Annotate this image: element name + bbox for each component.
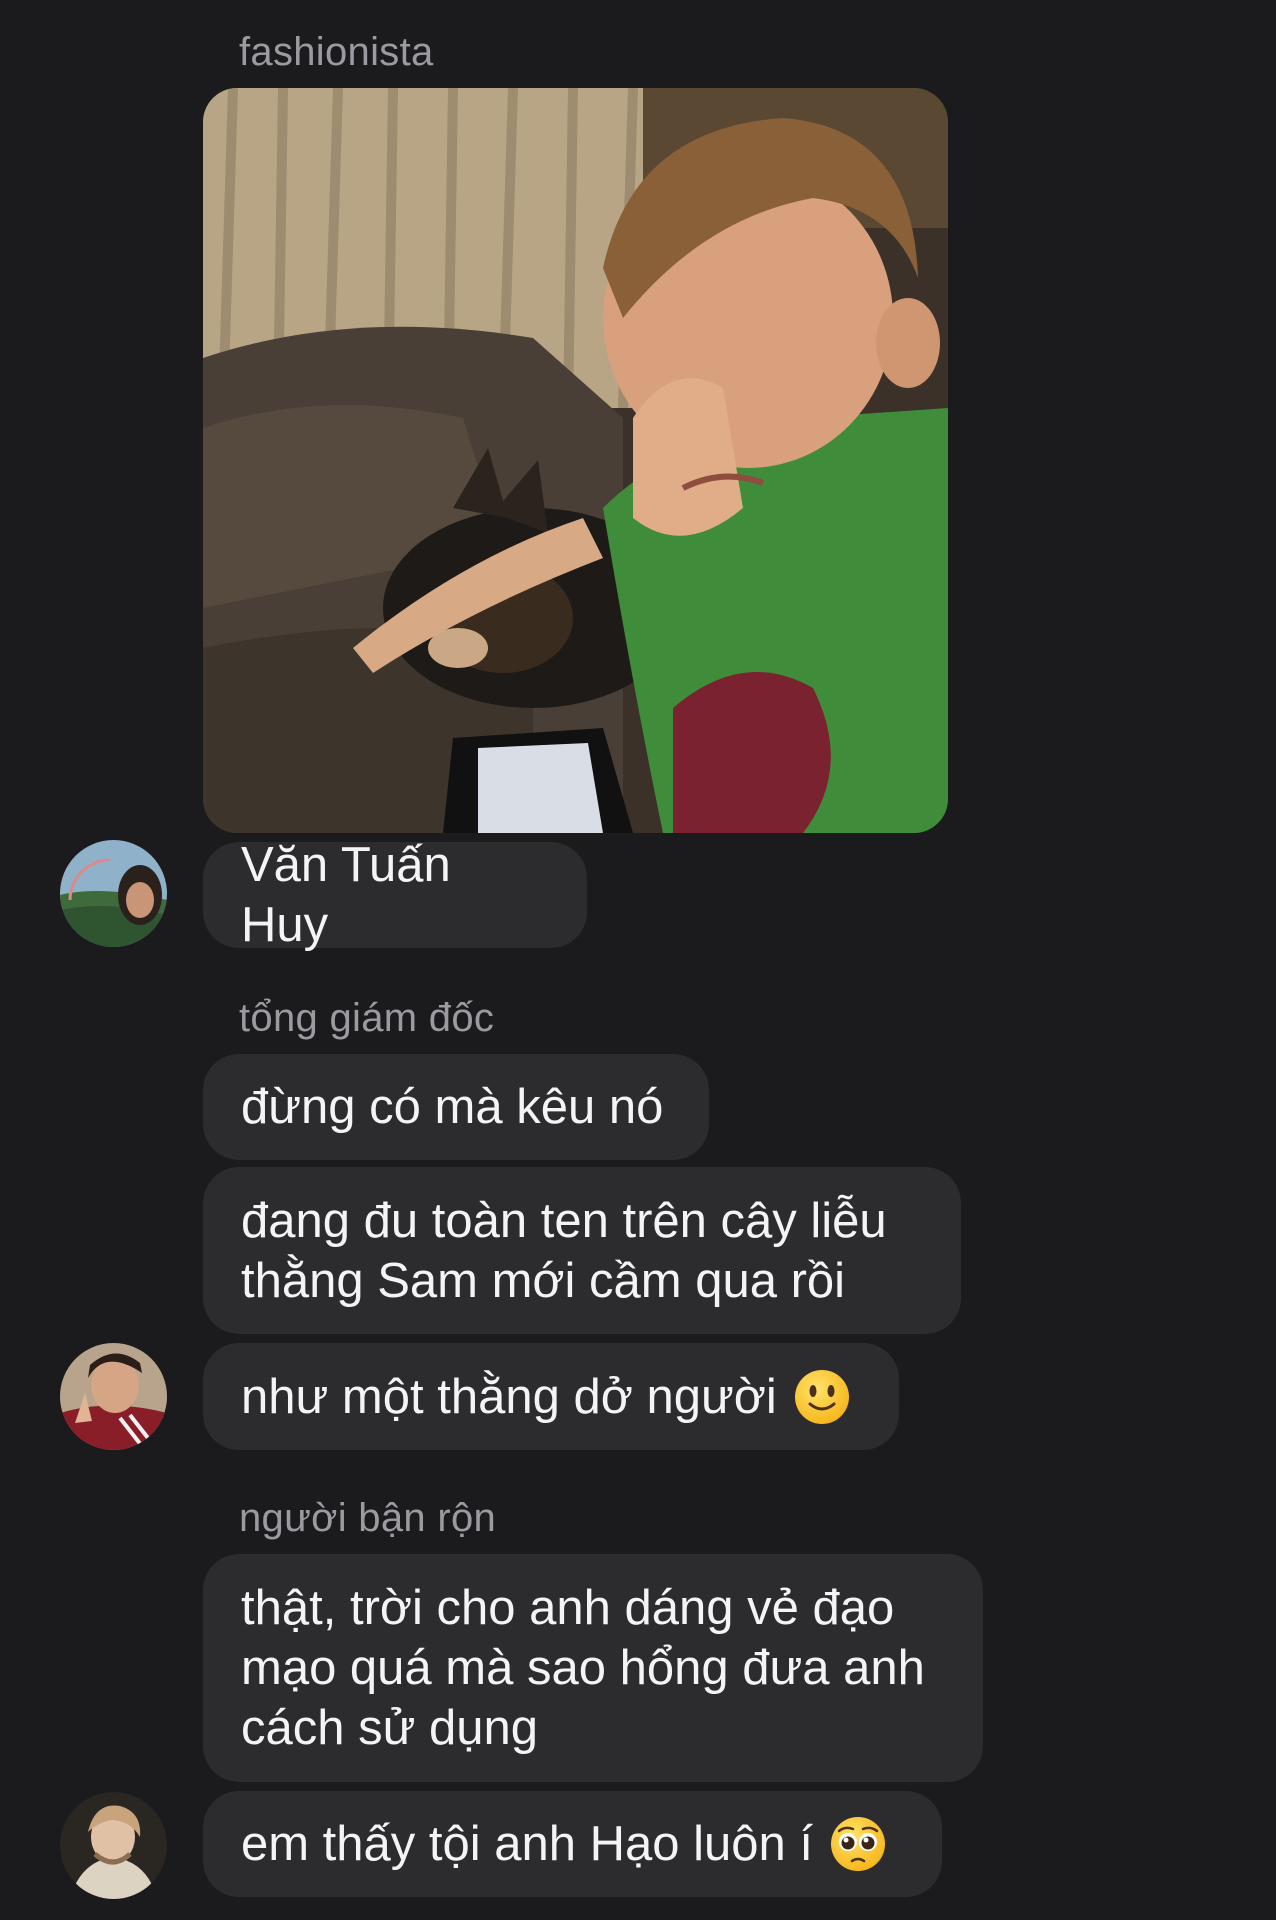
message-text: đang đu toàn ten trên cây liễu thằng Sam… bbox=[241, 1193, 887, 1308]
avatar-image bbox=[60, 1343, 167, 1450]
photo-message[interactable] bbox=[203, 88, 948, 833]
avatar-nguoi-ban-ron[interactable] bbox=[60, 1792, 167, 1899]
message-text: như một thằng dở người bbox=[241, 1369, 777, 1424]
sender-name-tong-giam-doc: tổng giám đốc bbox=[239, 996, 495, 1040]
avatar-fashionista[interactable] bbox=[60, 840, 167, 947]
chat-thread: fashionista Văn Tuấn Huy tổng giám đốc đ… bbox=[0, 0, 1276, 1920]
avatar-tong-giam-doc[interactable] bbox=[60, 1343, 167, 1450]
message-bubble[interactable]: đừng có mà kêu nó bbox=[203, 1054, 709, 1160]
message-text: thật, trời cho anh dáng vẻ đạo mạo quá m… bbox=[241, 1581, 925, 1755]
slightly-smiling-face-icon bbox=[793, 1368, 851, 1426]
avatar-image bbox=[60, 1792, 167, 1899]
message-bubble[interactable]: Văn Tuấn Huy bbox=[203, 838, 587, 952]
pleading-face-icon bbox=[829, 1815, 887, 1873]
avatar-image bbox=[60, 840, 167, 947]
message-text: em thấy tội anh Hạo luôn í bbox=[241, 1817, 814, 1871]
message-bubble[interactable]: như một thằng dở người bbox=[203, 1343, 899, 1450]
message-text: Văn Tuấn Huy bbox=[241, 838, 451, 952]
message-text: đừng có mà kêu nó bbox=[241, 1080, 664, 1134]
message-bubble[interactable]: em thấy tội anh Hạo luôn í bbox=[203, 1791, 942, 1897]
sender-name-nguoi-ban-ron: người bận rộn bbox=[239, 1496, 497, 1540]
crying-child-with-dog-photo bbox=[203, 88, 948, 833]
sender-name-fashionista: fashionista bbox=[239, 30, 434, 74]
message-bubble[interactable]: thật, trời cho anh dáng vẻ đạo mạo quá m… bbox=[203, 1554, 983, 1782]
message-bubble[interactable]: đang đu toàn ten trên cây liễu thằng Sam… bbox=[203, 1167, 961, 1334]
